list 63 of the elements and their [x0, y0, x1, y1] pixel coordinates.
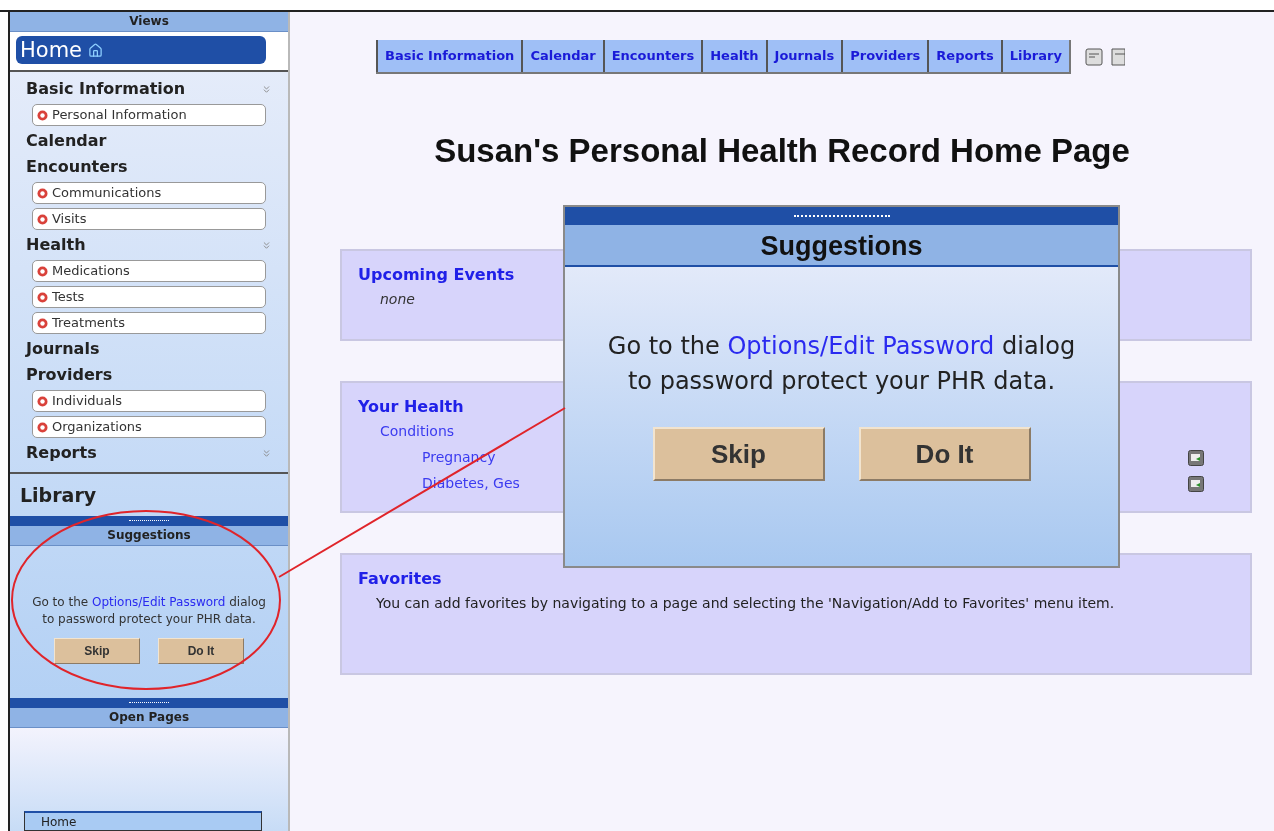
options-link[interactable]: Options/Edit Password	[727, 332, 995, 360]
sidebar-item[interactable]: Communications	[32, 182, 266, 204]
skip-button[interactable]: Skip	[652, 427, 825, 481]
nav-tab[interactable]: Library	[1000, 40, 1069, 72]
card-title: Upcoming Events	[358, 263, 515, 286]
home-button[interactable]: Home	[16, 36, 266, 64]
nav-tab[interactable]: Encounters	[602, 40, 702, 72]
sidebar-item[interactable]: Treatments	[32, 312, 266, 334]
section-heading[interactable]: Calendar	[26, 129, 107, 153]
empty-note: none	[380, 290, 415, 309]
bullet-icon	[37, 265, 48, 277]
do-it-button[interactable]: Do It	[158, 638, 244, 664]
suggestion-text: Go to the Options/Edit Password dialog to password protect your PHR data.	[31, 594, 267, 628]
section-heading[interactable]: Journals	[26, 337, 100, 361]
dialog-grip[interactable]	[565, 207, 1118, 225]
bullet-icon	[37, 421, 48, 433]
views-header: Views	[10, 12, 288, 32]
collapse-icon[interactable]	[261, 447, 272, 459]
panel-grip[interactable]	[10, 698, 288, 708]
bullet-icon	[37, 317, 48, 329]
do-it-button[interactable]: Do It	[858, 427, 1031, 481]
panel-grip[interactable]	[10, 516, 288, 526]
bullet-icon	[37, 395, 48, 407]
nav-tab[interactable]: Calendar	[521, 40, 603, 72]
nav-tab[interactable]: Reports	[927, 40, 1001, 72]
open-page-item[interactable]: Home	[24, 811, 262, 831]
open-record-icon[interactable]	[1188, 475, 1204, 492]
bullet-icon	[37, 291, 48, 303]
nav-tab[interactable]: Health	[701, 40, 766, 72]
nav-tab[interactable]: Basic Information	[376, 40, 522, 72]
collapse-icon[interactable]	[261, 83, 272, 95]
page-title: Susan's Personal Health Record Home Page	[433, 131, 1131, 171]
collapse-icon[interactable]	[261, 239, 272, 251]
house-icon	[88, 42, 103, 58]
bullet-icon	[37, 213, 48, 225]
section-heading[interactable]: Basic Information	[26, 77, 186, 101]
open-record-icon[interactable]	[1188, 449, 1204, 466]
sidebar-item[interactable]: Visits	[32, 208, 266, 230]
sidebar-item[interactable]: Tests	[32, 286, 266, 308]
sidebar-item[interactable]: Personal Information	[32, 104, 266, 126]
card-title: Your Health	[358, 395, 464, 418]
nav-tab[interactable]: Journals	[765, 40, 842, 72]
sidebar-item[interactable]: Organizations	[32, 416, 266, 438]
panel-title: Open Pages	[10, 708, 288, 728]
suggestion-text: Go to the Options/Edit Password dialog to password protect your PHR data.	[606, 331, 1077, 397]
health-link[interactable]: Conditions	[380, 421, 455, 442]
bullet-icon	[37, 109, 48, 121]
sidebar-item[interactable]: Individuals	[32, 390, 266, 412]
section-heading[interactable]: Encounters	[26, 155, 128, 179]
options-link[interactable]: Options/Edit Password	[91, 595, 226, 609]
sidebar-item[interactable]: Medications	[32, 260, 266, 282]
dialog-title: Suggestions	[565, 225, 1118, 267]
library-heading[interactable]: Library	[20, 480, 97, 510]
section-heading[interactable]: Reports	[26, 441, 97, 465]
panel-title: Suggestions	[10, 526, 288, 546]
card-text: You can add favorites by navigating to a page and selecting the 'Navigation/Add to Favorites' menu item.	[376, 593, 1116, 613]
section-heading[interactable]: Health	[26, 233, 86, 257]
nav-tab[interactable]: Providers	[841, 40, 928, 72]
bullet-icon	[37, 187, 48, 199]
card-title: Favorites	[358, 567, 442, 590]
note-icon[interactable]	[1084, 48, 1103, 66]
skip-button[interactable]: Skip	[54, 638, 140, 664]
section-heading[interactable]: Providers	[26, 363, 113, 387]
